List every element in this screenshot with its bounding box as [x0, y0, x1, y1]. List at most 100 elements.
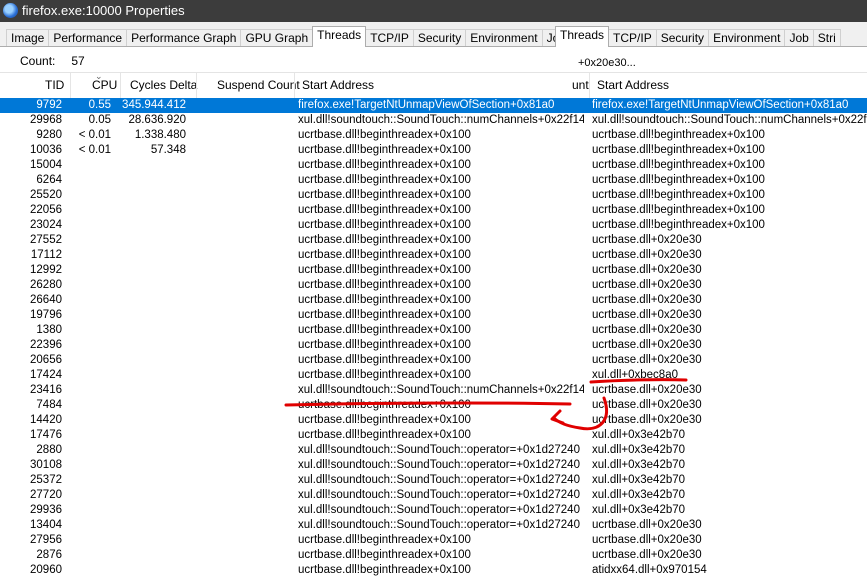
start-address-cell: ucrtbase.dll!beginthreadex+0x100: [298, 249, 471, 261]
table-row[interactable]: 25520 ucrtbase.dll!beginthreadex+0x100 ucr…: [0, 188, 867, 203]
start-address-cell-2: firefox.exe!TargetNtUnmapViewOfSection+0…: [592, 99, 849, 111]
table-row[interactable]: 22056 ucrtbase.dll!beginthreadex+0x100 ucr…: [0, 203, 867, 218]
column-divider[interactable]: [589, 73, 590, 98]
tab-threads[interactable]: Threads: [312, 26, 367, 47]
start-address-cell-2: xul.dll+0xbec8a0: [592, 369, 678, 381]
tab-gpu-graph[interactable]: GPU Graph: [240, 29, 314, 46]
column-header-start-address[interactable]: Start Address: [302, 73, 374, 98]
table-row[interactable]: 27956 ucrtbase.dll!beginthreadex+0x100 ucr…: [0, 533, 867, 548]
column-header-start-address-2[interactable]: Start Address: [597, 73, 669, 98]
start-address-cell: ucrtbase.dll!beginthreadex+0x100: [298, 219, 471, 231]
table-row[interactable]: 29968 0.05 28.636.920 xul.dll!soundtouch::S…: [0, 113, 867, 128]
tid-cell: 12992: [30, 264, 62, 276]
table-row[interactable]: 9792 0.55 345.944.412 firefox.exe!TargetNtU…: [0, 98, 867, 113]
table-row[interactable]: 6264 ucrtbase.dll!beginthreadex+0x100 ucrt…: [0, 173, 867, 188]
column-divider[interactable]: [70, 73, 71, 98]
table-row[interactable]: 23416 xul.dll!soundtouch::SoundTouch::num…: [0, 383, 867, 398]
start-address-cell-2: ucrtbase.dll!beginthreadex+0x100: [592, 189, 765, 201]
cycles-cell: 57.348: [150, 144, 186, 156]
tab-performance-graph[interactable]: Performance Graph: [126, 29, 242, 46]
table-row[interactable]: 2880 xul.dll!soundtouch::SoundTouch::oper…: [0, 443, 867, 458]
tid-cell: 17476: [30, 429, 62, 441]
tid-cell: 22396: [30, 339, 62, 351]
tab-job[interactable]: Job: [784, 29, 814, 46]
tab-performance[interactable]: Performance: [48, 29, 128, 46]
window-title: firefox.exe:10000 Properties: [22, 3, 185, 18]
table-row[interactable]: 20960 ucrtbase.dll!beginthreadex+0x100 ati…: [0, 563, 867, 578]
tid-cell: 13404: [30, 519, 62, 531]
start-address-cell-2: ucrtbase.dll!beginthreadex+0x100: [592, 219, 765, 231]
tab-security[interactable]: Security: [412, 29, 467, 46]
column-header-cpu[interactable]: CPU: [92, 73, 117, 98]
table-row[interactable]: 2876 ucrtbase.dll!beginthreadex+0x100 ucrt…: [0, 548, 867, 563]
start-address-cell-2: ucrtbase.dll+0x20e30: [592, 279, 702, 291]
count-label: Count:: [20, 54, 56, 68]
table-row[interactable]: 1380 ucrtbase.dll!beginthreadex+0x100 ucrt…: [0, 323, 867, 338]
tid-cell: 27552: [30, 234, 62, 246]
start-address-cell-2: ucrtbase.dll+0x20e30: [592, 324, 702, 336]
table-row[interactable]: 23024 ucrtbase.dll!beginthreadex+0x100 ucr…: [0, 218, 867, 233]
cycles-cell: 28.636.920: [128, 114, 186, 126]
start-address-cell-2: ucrtbase.dll+0x20e30: [592, 399, 702, 411]
table-row[interactable]: 19796 ucrtbase.dll!beginthreadex+0x100 ucr…: [0, 308, 867, 323]
start-address-cell: ucrtbase.dll!beginthreadex+0x100: [298, 234, 471, 246]
table-row[interactable]: 14420 ucrtbase.dll!beginthreadex+0x100 ucr…: [0, 413, 867, 428]
table-row[interactable]: 29936 xul.dll!soundtouch::SoundTouch::ope…: [0, 503, 867, 518]
tid-cell: 14420: [30, 414, 62, 426]
table-row[interactable]: 26640 ucrtbase.dll!beginthreadex+0x100 ucr…: [0, 293, 867, 308]
tab-threads[interactable]: Threads: [555, 26, 610, 47]
tab-environment[interactable]: Environment: [708, 29, 786, 46]
column-header-suspend-count[interactable]: Suspend Count: [217, 73, 300, 98]
table-row[interactable]: 26280 ucrtbase.dll!beginthreadex+0x100 ucr…: [0, 278, 867, 293]
table-row[interactable]: 15004 ucrtbase.dll!beginthreadex+0x100 ucr…: [0, 158, 867, 173]
start-address-cell-2: ucrtbase.dll!beginthreadex+0x100: [592, 159, 765, 171]
table-row[interactable]: 20656 ucrtbase.dll!beginthreadex+0x100 ucr…: [0, 353, 867, 368]
column-divider[interactable]: [294, 73, 295, 98]
table-row[interactable]: 9280 < 0.01 1.338.480 ucrtbase.dll!beginthr…: [0, 128, 867, 143]
tid-cell: 7484: [36, 399, 62, 411]
column-header-tid[interactable]: TID: [45, 73, 64, 98]
tid-cell: 9792: [36, 99, 62, 111]
table-row[interactable]: 27720 xul.dll!soundtouch::SoundTouch::ope…: [0, 488, 867, 503]
table-row[interactable]: 22396 ucrtbase.dll!beginthreadex+0x100 ucr…: [0, 338, 867, 353]
start-address-cell-2: ucrtbase.dll!beginthreadex+0x100: [592, 174, 765, 186]
tid-cell: 23416: [30, 384, 62, 396]
start-address-cell: ucrtbase.dll!beginthreadex+0x100: [298, 549, 471, 561]
cycles-cell: 345.944.412: [122, 99, 186, 111]
start-address-cell: ucrtbase.dll!beginthreadex+0x100: [298, 399, 471, 411]
start-address-cell: xul.dll!soundtouch::SoundTouch::operator…: [298, 519, 580, 531]
table-row[interactable]: 17424 ucrtbase.dll!beginthreadex+0x100 xul…: [0, 368, 867, 383]
tab-security[interactable]: Security: [655, 29, 710, 46]
column-header-cycles-delta[interactable]: Cycles Delta: [130, 73, 197, 98]
table-row[interactable]: 17476 ucrtbase.dll!beginthreadex+0x100 xul…: [0, 428, 867, 443]
overlay-address-text: +0x20e30...: [578, 57, 636, 69]
tab-tcp-ip[interactable]: TCP/IP: [365, 29, 414, 46]
tab-stri[interactable]: Stri: [812, 29, 841, 46]
column-header-partial[interactable]: unt: [572, 73, 589, 98]
table-header: TID ⌄ CPU Cycles Delta Suspend Count Sta…: [0, 71, 867, 98]
table-row[interactable]: 25372 xul.dll!soundtouch::SoundTouch::ope…: [0, 473, 867, 488]
table-row[interactable]: 7484 ucrtbase.dll!beginthreadex+0x100 ucrt…: [0, 398, 867, 413]
tab-tcp-ip[interactable]: TCP/IP: [608, 29, 657, 46]
table-row[interactable]: 10036 < 0.01 57.348 ucrtbase.dll!beginthrea…: [0, 143, 867, 158]
table-row[interactable]: 27552 ucrtbase.dll!beginthreadex+0x100 ucr…: [0, 233, 867, 248]
tid-cell: 22056: [30, 204, 62, 216]
start-address-cell-2: ucrtbase.dll!beginthreadex+0x100: [592, 129, 765, 141]
threads-table[interactable]: TID ⌄ CPU Cycles Delta Suspend Count Sta…: [0, 71, 867, 585]
tab-environment[interactable]: Environment: [465, 29, 543, 46]
tab-image[interactable]: Image: [6, 29, 50, 46]
table-row[interactable]: 13404 xul.dll!soundtouch::SoundTouch::ope…: [0, 518, 867, 533]
start-address-cell: ucrtbase.dll!beginthreadex+0x100: [298, 564, 471, 576]
start-address-cell-2: ucrtbase.dll+0x20e30: [592, 309, 702, 321]
start-address-cell-2: ucrtbase.dll+0x20e30: [592, 294, 702, 306]
table-row[interactable]: 30108 xul.dll!soundtouch::SoundTouch::ope…: [0, 458, 867, 473]
column-divider[interactable]: [120, 73, 121, 98]
column-divider[interactable]: [196, 73, 197, 98]
count-value: 57: [71, 54, 85, 68]
start-address-cell: ucrtbase.dll!beginthreadex+0x100: [298, 414, 471, 426]
table-row[interactable]: 17112 ucrtbase.dll!beginthreadex+0x100 ucr…: [0, 248, 867, 263]
start-address-cell-2: xul.dll!soundtouch::SoundTouch::numChann…: [592, 114, 867, 126]
tid-cell: 6264: [36, 174, 62, 186]
start-address-cell: xul.dll!soundtouch::SoundTouch::operator…: [298, 504, 580, 516]
table-row[interactable]: 12992 ucrtbase.dll!beginthreadex+0x100 ucr…: [0, 263, 867, 278]
